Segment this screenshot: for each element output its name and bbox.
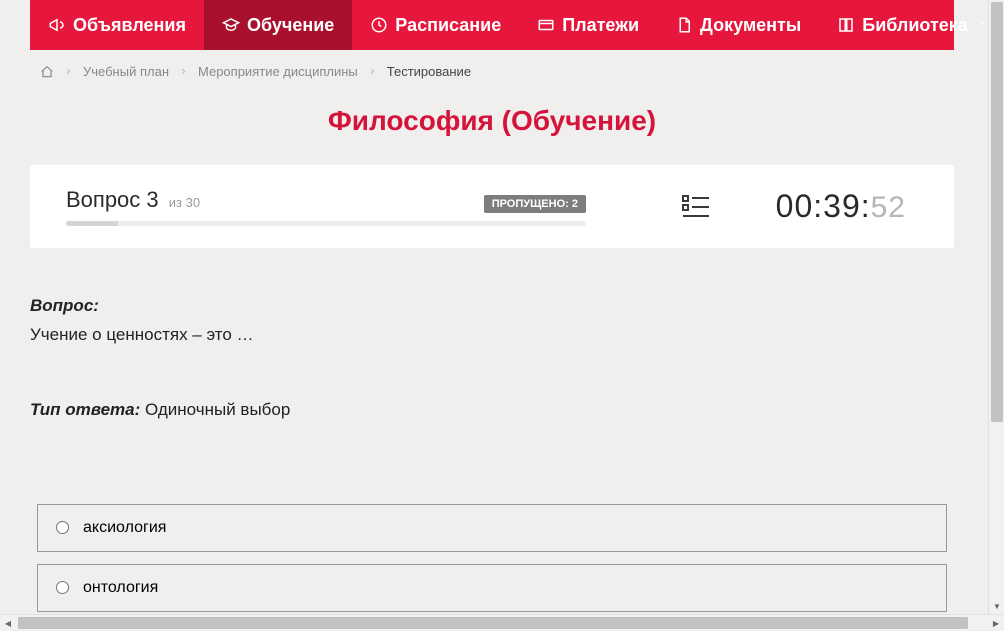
card-icon xyxy=(537,16,555,34)
nav-label: Обучение xyxy=(247,15,334,36)
book-icon xyxy=(837,16,855,34)
scrollbar-thumb[interactable] xyxy=(18,617,968,629)
top-nav: Объявления Обучение Расписание Платежи xyxy=(30,0,954,50)
nav-label: Библиотека xyxy=(862,15,968,36)
nav-label: Платежи xyxy=(562,15,639,36)
nav-schedule[interactable]: Расписание xyxy=(352,0,519,50)
scroll-left-arrow[interactable]: ◀ xyxy=(0,615,16,631)
chevron-right-icon xyxy=(368,65,377,79)
scroll-down-arrow[interactable]: ▼ xyxy=(989,598,1004,614)
scroll-right-arrow[interactable]: ▶ xyxy=(988,615,1004,631)
nav-announcements[interactable]: Объявления xyxy=(30,0,204,50)
option-item[interactable]: онтология xyxy=(37,564,947,612)
megaphone-icon xyxy=(48,16,66,34)
doc-icon xyxy=(675,16,693,34)
breadcrumb-link[interactable]: Мероприятие дисциплины xyxy=(198,64,358,79)
option-radio[interactable] xyxy=(56,521,69,534)
skipped-badge: ПРОПУЩЕНО: 2 xyxy=(484,195,586,213)
answer-type-value: Одиночный выбор xyxy=(145,400,290,419)
breadcrumb-current: Тестирование xyxy=(387,64,471,79)
option-item[interactable]: аксиология xyxy=(37,504,947,552)
nav-label: Объявления xyxy=(73,15,186,36)
page-title: Философия (Обучение) xyxy=(30,105,954,137)
graduation-icon xyxy=(222,16,240,34)
option-label: аксиология xyxy=(83,519,166,537)
status-panel: Вопрос 3 из 30 ПРОПУЩЕНО: 2 xyxy=(30,165,954,248)
progress-bar xyxy=(66,221,586,226)
nav-label: Расписание xyxy=(395,15,501,36)
question-label: Вопрос: xyxy=(30,296,99,315)
home-icon[interactable] xyxy=(40,65,54,79)
question-block: Вопрос: Учение о ценностях – это … Тип о… xyxy=(30,292,954,454)
question-text: Учение о ценностях – это … xyxy=(30,321,954,348)
options-list: аксиология онтология гносеология (эписте… xyxy=(30,504,954,614)
option-label: онтология xyxy=(83,579,158,597)
chevron-right-icon xyxy=(179,65,188,79)
clock-icon xyxy=(370,16,388,34)
chevron-right-icon xyxy=(64,65,73,79)
answer-type-label: Тип ответа: xyxy=(30,400,140,419)
timer: 00:39:52 xyxy=(746,188,906,225)
nav-payments[interactable]: Платежи xyxy=(519,0,657,50)
progress-fill xyxy=(66,221,118,226)
nav-label: Документы xyxy=(700,15,801,36)
option-radio[interactable] xyxy=(56,581,69,594)
nav-learning[interactable]: Обучение xyxy=(204,0,352,50)
nav-documents[interactable]: Документы xyxy=(657,0,819,50)
chevron-down-icon xyxy=(979,18,984,33)
breadcrumb-link[interactable]: Учебный план xyxy=(83,64,169,79)
scrollbar-thumb[interactable] xyxy=(991,2,1003,422)
breadcrumb: Учебный план Мероприятие дисциплины Тест… xyxy=(30,50,954,93)
nav-library[interactable]: Библиотека xyxy=(819,0,984,50)
question-number: Вопрос 3 из 30 xyxy=(66,187,200,213)
question-list-icon[interactable] xyxy=(682,194,710,220)
question-total: из 30 xyxy=(169,195,200,210)
vertical-scrollbar[interactable]: ▼ xyxy=(988,0,1004,614)
horizontal-scrollbar[interactable]: ◀ ▶ xyxy=(0,614,1004,630)
